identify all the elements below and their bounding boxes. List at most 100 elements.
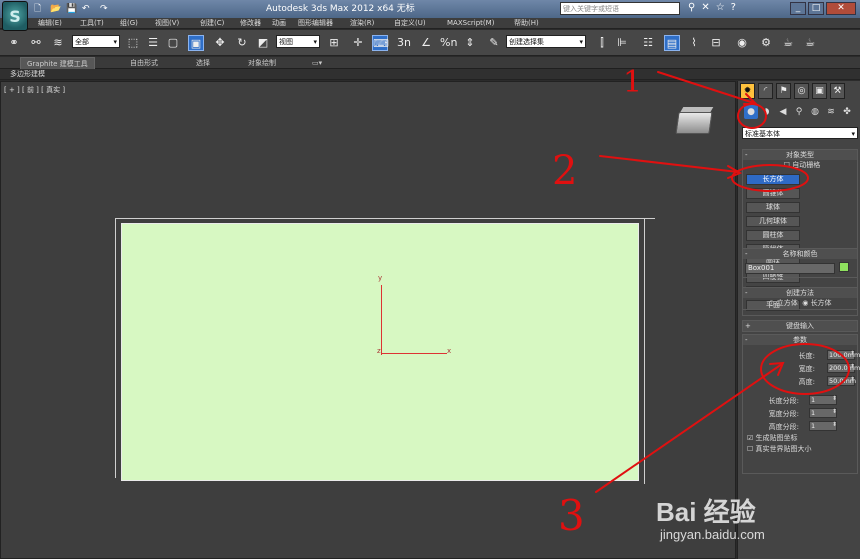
object-name-input[interactable]: Box001 <box>745 262 835 274</box>
length-segs-spinner[interactable]: ⬍ <box>832 395 837 402</box>
width-spinner[interactable]: ⬍ <box>850 363 855 370</box>
title-tool-icons[interactable]: ⚲✕☆? <box>688 2 742 13</box>
selection-filter-dropdown[interactable]: 全部 <box>72 35 120 49</box>
reference-coord-dropdown[interactable]: 视图 <box>276 35 320 49</box>
hierarchy-tab-icon[interactable]: ⚑ <box>776 83 791 99</box>
width-segs-spinner[interactable]: ⬍ <box>832 408 837 415</box>
edit-named-sel-icon[interactable]: ✎ <box>486 35 502 51</box>
length-spinner[interactable]: ⬍ <box>850 350 855 357</box>
select-object-icon[interactable]: ⬚ <box>125 35 141 51</box>
menu-tools[interactable]: 工具(T) <box>80 18 104 29</box>
pivot-icon[interactable]: ⊞ <box>326 35 342 51</box>
parameters-header[interactable]: - 参数 <box>743 335 857 345</box>
link-icon[interactable]: ⚭ <box>6 35 22 51</box>
box-radio[interactable]: ◉ 长方体 <box>802 299 831 307</box>
menu-customize[interactable]: 自定义(U) <box>394 18 426 29</box>
menu-help[interactable]: 帮助(H) <box>514 18 539 29</box>
maximize-button[interactable]: □ <box>808 2 824 15</box>
motion-tab-icon[interactable]: ◎ <box>794 83 809 99</box>
menu-animation[interactable]: 动画 <box>272 18 286 29</box>
schematic-view-icon[interactable]: ⊟ <box>708 35 724 51</box>
primitive-category-dropdown[interactable]: 标准基本体 <box>742 127 858 140</box>
snap-toggle-icon[interactable]: 3n <box>396 35 412 51</box>
utilities-tab-icon[interactable]: ⚒ <box>830 83 845 99</box>
creation-method-header[interactable]: - 创建方法 <box>743 288 857 298</box>
named-selection-dropdown[interactable]: 创建选择集 <box>506 35 586 49</box>
shapes-icon[interactable]: ◗ <box>760 105 774 119</box>
front-viewport[interactable]: [ + ] [ 前 ] [ 真实 ] y x z <box>0 81 736 559</box>
menu-create[interactable]: 创建(C) <box>200 18 224 29</box>
viewport-label[interactable]: [ + ] [ 前 ] [ 真实 ] <box>4 85 65 95</box>
close-button[interactable]: ✕ <box>826 2 856 15</box>
ribbon-options-icon[interactable]: ▭▾ <box>312 57 322 69</box>
polygon-modeling-label[interactable]: 多边形建模 <box>10 69 45 80</box>
spacewarps-icon[interactable]: ≋ <box>824 105 838 119</box>
menu-view[interactable]: 视图(V) <box>155 18 179 29</box>
scale-icon[interactable]: ◩ <box>255 35 271 51</box>
search-input[interactable]: 键入关键字或短语 <box>560 2 680 15</box>
menu-group[interactable]: 组(G) <box>120 18 138 29</box>
angle-snap-icon[interactable]: ∠ <box>418 35 434 51</box>
keyboard-entry-header[interactable]: + 键盘输入 <box>743 321 857 331</box>
render-setup-icon[interactable]: ⚙ <box>758 35 774 51</box>
lights-icon[interactable]: ◀ <box>776 105 790 119</box>
save-file-icon[interactable]: 💾 <box>66 2 77 16</box>
mirror-icon[interactable]: ⫿ <box>594 35 610 51</box>
render-safe-area[interactable]: y x z <box>121 223 639 481</box>
keyboard-shortcut-icon[interactable]: ⌨ <box>372 35 389 51</box>
box-button[interactable]: 长方体 <box>746 174 800 185</box>
helpers-icon[interactable]: ◍ <box>808 105 822 119</box>
spinner-snap-icon[interactable]: ⇕ <box>462 35 478 51</box>
object-type-header[interactable]: - 对象类型 <box>743 150 857 160</box>
bind-space-warp-icon[interactable]: ≋ <box>50 35 66 51</box>
tab-object-paint[interactable]: 对象绘制 <box>248 57 276 69</box>
graphite-toggle-icon[interactable]: ▤ <box>664 35 680 51</box>
menu-modifiers[interactable]: 修改器 <box>240 18 261 29</box>
gen-map-checkbox[interactable]: ☑ 生成贴图坐标 <box>743 433 857 444</box>
layer-manager-icon[interactable]: ☷ <box>640 35 656 51</box>
menu-graph-editors[interactable]: 图形编辑器 <box>298 18 333 29</box>
cameras-icon[interactable]: ⚲ <box>792 105 806 119</box>
cylinder-button[interactable]: 圆柱体 <box>746 230 800 241</box>
open-file-icon[interactable]: 📂 <box>50 2 61 16</box>
window-crossing-icon[interactable]: ▣ <box>188 35 204 51</box>
rendered-frame-icon[interactable]: ☕ <box>780 35 796 51</box>
height-spinner[interactable]: ⬍ <box>850 376 855 383</box>
modify-tab-icon[interactable]: ◜ <box>758 83 773 99</box>
select-manipulate-icon[interactable]: ✛ <box>350 35 366 51</box>
real-world-checkbox[interactable]: ☐ 真实世界贴图大小 <box>743 444 857 455</box>
cone-button[interactable]: 圆锥体 <box>746 188 800 199</box>
minimize-button[interactable]: _ <box>790 2 806 15</box>
height-segs-spinner[interactable]: ⬍ <box>832 421 837 428</box>
new-file-icon[interactable]: 🗋 <box>34 2 41 16</box>
rotate-icon[interactable]: ↻ <box>234 35 250 51</box>
select-by-name-icon[interactable]: ☰ <box>145 35 161 51</box>
viewcube[interactable] <box>675 112 713 134</box>
display-tab-icon[interactable]: ▣ <box>812 83 827 99</box>
object-color-swatch[interactable] <box>839 262 849 272</box>
app-logo-button[interactable]: S <box>2 1 28 31</box>
geometry-icon[interactable]: ● <box>744 105 758 119</box>
render-production-icon[interactable]: ☕ <box>802 35 818 51</box>
geosphere-button[interactable]: 几何球体 <box>746 216 800 227</box>
menu-maxscript[interactable]: MAXScript(M) <box>447 18 494 29</box>
tab-freeform[interactable]: 自由形式 <box>130 57 158 69</box>
tab-selection[interactable]: 选择 <box>196 57 210 69</box>
systems-icon[interactable]: ✤ <box>840 105 854 119</box>
undo-icon[interactable]: ↶ <box>82 2 90 16</box>
create-tab-icon[interactable]: ✹ <box>740 83 755 99</box>
menu-edit[interactable]: 编辑(E) <box>38 18 62 29</box>
menu-rendering[interactable]: 渲染(R) <box>350 18 374 29</box>
align-icon[interactable]: ⊫ <box>614 35 630 51</box>
unlink-icon[interactable]: ⚯ <box>28 35 44 51</box>
move-icon[interactable]: ✥ <box>212 35 228 51</box>
percent-snap-icon[interactable]: %n <box>440 35 457 51</box>
curve-editor-icon[interactable]: ⌇ <box>686 35 702 51</box>
name-color-header[interactable]: - 名称和颜色 <box>743 249 857 259</box>
redo-icon[interactable]: ↷ <box>100 2 108 16</box>
autogrid-checkbox[interactable]: ☐ 自动栅格 <box>743 160 857 171</box>
sphere-button[interactable]: 球体 <box>746 202 800 213</box>
material-editor-icon[interactable]: ◉ <box>734 35 750 51</box>
cube-radio[interactable]: ○ 立方体 <box>768 299 797 307</box>
rect-selection-icon[interactable]: ▢ <box>165 35 181 51</box>
